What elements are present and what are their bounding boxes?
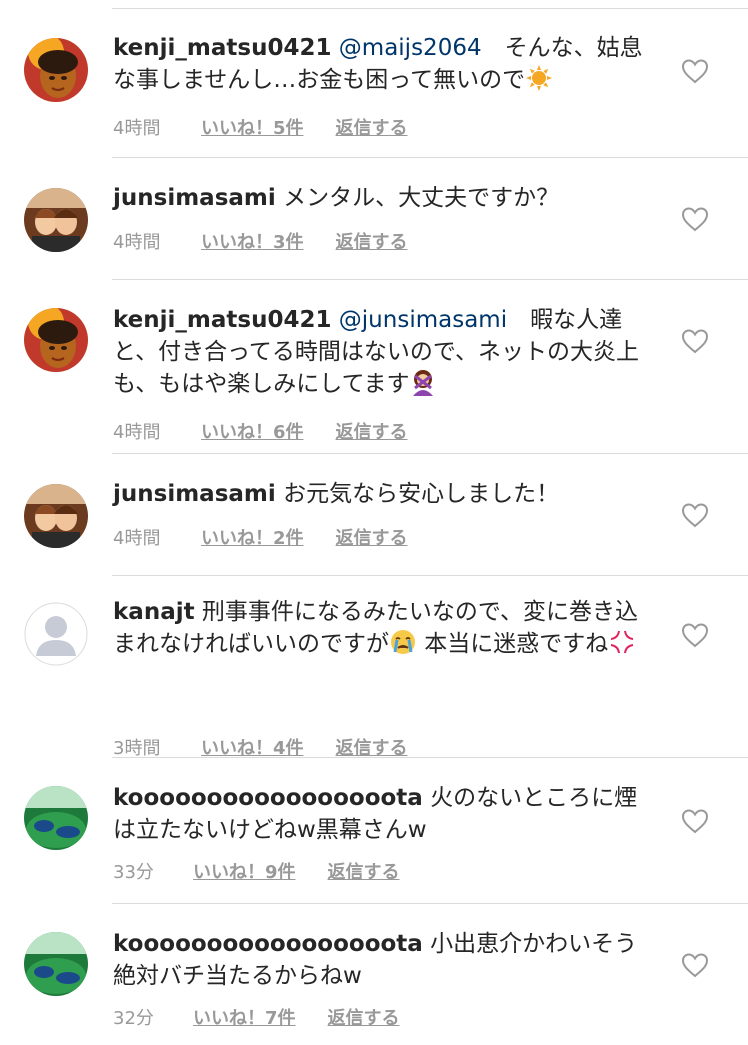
comment-text: junsimasami お元気なら安心しました！ [113, 478, 653, 510]
comment-time: 33分 [113, 862, 154, 883]
heart-outline-icon[interactable] [680, 500, 710, 530]
comment-text: kenji_matsu0421 @maijs2064 そんな、姑息な事しませんし… [113, 32, 653, 96]
comment-item: junsimasami お元気なら安心しました！ 4時間 いいね！2件 返信する [0, 454, 748, 576]
avatar[interactable] [24, 308, 88, 372]
reply-link[interactable]: 返信する [336, 114, 408, 140]
avatar[interactable] [24, 484, 88, 548]
heart-outline-icon[interactable] [680, 326, 710, 356]
heart-outline-icon[interactable] [680, 204, 710, 234]
comment-username[interactable]: kanajt [113, 599, 195, 625]
avatar[interactable] [24, 188, 88, 252]
reply-link[interactable]: 返信する [336, 418, 408, 444]
heart-outline-icon[interactable] [680, 950, 710, 980]
comment-username[interactable]: kooooooooooooooooota [113, 931, 423, 957]
comment-text: junsimasami メンタル、大丈夫ですか？ [113, 182, 653, 214]
crying-face-emoji [391, 630, 415, 654]
comment-mention[interactable]: @maijs2064 [339, 35, 482, 61]
comment-body-continued: 本当に迷惑ですね [417, 631, 609, 657]
heart-outline-icon[interactable] [680, 806, 710, 836]
comment-meta: 4時間 いいね！3件 返信する [113, 228, 440, 254]
comment-username[interactable]: junsimasami [113, 185, 276, 211]
comment-likes-link[interactable]: いいね！3件 [201, 228, 304, 254]
comment-username[interactable]: kenji_matsu0421 [113, 307, 331, 333]
comment-text: kooooooooooooooooota 火のないところに煙は立たないけどねw黒… [113, 782, 653, 846]
comment-meta: 33分 いいね！9件 返信する [113, 858, 432, 884]
comment-body: メンタル、大丈夫ですか？ [283, 185, 560, 211]
heart-outline-icon[interactable] [680, 620, 710, 650]
comment-time: 4時間 [113, 528, 161, 549]
comment-mention[interactable]: @junsimasami [339, 307, 507, 333]
comment-likes-link[interactable]: いいね！2件 [201, 524, 304, 550]
reply-link[interactable]: 返信する [336, 228, 408, 254]
comment-text: kenji_matsu0421 @junsimasami 暇な人達と、付き合って… [113, 304, 653, 400]
comment-time: 4時間 [113, 232, 161, 253]
comment-item: junsimasami メンタル、大丈夫ですか？ 4時間 いいね！3件 返信する [0, 158, 748, 280]
comment-likes-link[interactable]: いいね！9件 [193, 858, 296, 884]
comment-item: kooooooooooooooooota 火のないところに煙は立たないけどねw黒… [0, 758, 748, 904]
sun-emoji [526, 65, 553, 91]
comment-time: 4時間 [113, 118, 161, 139]
comment-meta: 4時間 いいね！2件 返信する [113, 524, 440, 550]
avatar[interactable] [24, 38, 88, 102]
comment-body: お元気なら安心しました！ [283, 481, 560, 507]
comment-username[interactable]: junsimasami [113, 481, 276, 507]
avatar[interactable] [24, 602, 88, 666]
heart-outline-icon[interactable] [680, 56, 710, 86]
comment-item: kenji_matsu0421 @junsimasami 暇な人達と、付き合って… [0, 280, 748, 454]
comment-username[interactable]: kenji_matsu0421 [113, 35, 331, 61]
comment-time: 4時間 [113, 422, 161, 443]
comment-time: 32分 [113, 1008, 154, 1029]
comment-likes-link[interactable]: いいね！5件 [201, 114, 304, 140]
comment-meta: 32分 いいね！7件 返信する [113, 1004, 432, 1030]
comment-meta: 4時間 いいね！6件 返信する [113, 418, 440, 444]
reply-link[interactable]: 返信する [336, 524, 408, 550]
avatar[interactable] [24, 786, 88, 850]
comment-likes-link[interactable]: いいね！6件 [201, 418, 304, 444]
comment-item: kenji_matsu0421 @maijs2064 そんな、姑息な事しませんし… [0, 0, 748, 158]
anger-symbol-emoji [611, 631, 634, 653]
comment-item: kanajt 刑事事件になるみたいなので、変に巻き込まれなければいいのですが 本… [0, 576, 748, 759]
comment-username[interactable]: kooooooooooooooooota [113, 785, 423, 811]
comment-likes-link[interactable]: いいね！7件 [193, 1004, 296, 1030]
comment-item: kooooooooooooooooota 小出恵介かわいそう絶対バチ当たるからね… [0, 904, 748, 1045]
comment-meta: 4時間 いいね！5件 返信する [113, 114, 440, 140]
comment-text: kanajt 刑事事件になるみたいなので、変に巻き込まれなければいいのですが 本… [113, 596, 653, 660]
avatar[interactable] [24, 932, 88, 996]
person-gesturing-no-emoji [413, 370, 434, 396]
reply-link[interactable]: 返信する [328, 1004, 400, 1030]
comment-text: kooooooooooooooooota 小出恵介かわいそう絶対バチ当たるからね… [113, 928, 653, 992]
reply-link[interactable]: 返信する [328, 858, 400, 884]
